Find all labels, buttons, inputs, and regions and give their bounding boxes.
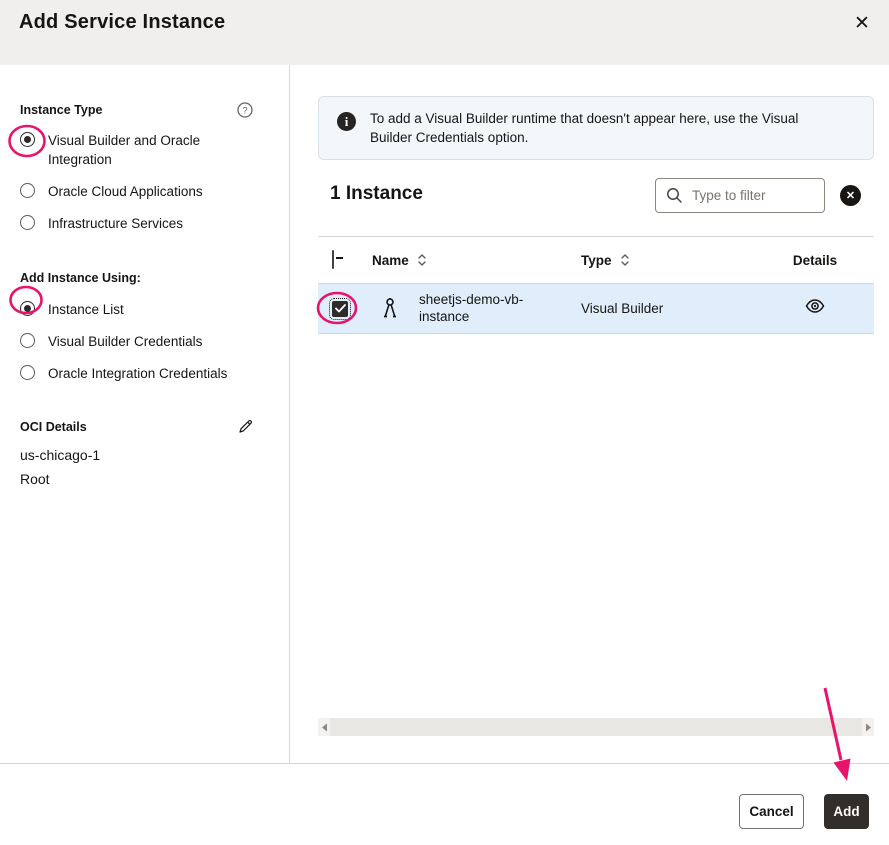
close-icon[interactable]: ✕: [849, 11, 875, 37]
horizontal-scrollbar[interactable]: [318, 718, 874, 736]
column-header-name: Name: [372, 253, 409, 268]
table-row[interactable]: sheetjs-demo-vb-instance Visual Builder: [318, 284, 874, 334]
help-icon[interactable]: ?: [237, 102, 253, 118]
dialog-sidebar: Instance Type ? Visual Builder and Oracl…: [0, 65, 290, 763]
scroll-right-icon[interactable]: [862, 718, 874, 736]
edit-pencil-icon[interactable]: [238, 419, 253, 434]
radio-icon[interactable]: [20, 132, 35, 147]
filter-field[interactable]: [655, 178, 825, 213]
oci-region: us-chicago-1: [20, 443, 253, 467]
dialog-header: Add Service Instance ✕: [0, 0, 889, 65]
sort-name-icon[interactable]: [417, 253, 427, 267]
radio-icon[interactable]: [20, 301, 35, 316]
filter-input[interactable]: [692, 188, 802, 203]
select-all-checkbox[interactable]: [332, 250, 334, 269]
instances-table: Name Type Details: [318, 236, 874, 334]
scroll-left-icon[interactable]: [318, 718, 330, 736]
info-banner-text: To add a Visual Builder runtime that doe…: [370, 109, 840, 147]
oci-compartment: Root: [20, 467, 253, 491]
info-banner: i To add a Visual Builder runtime that d…: [318, 96, 874, 160]
dialog-footer: Cancel Add: [0, 763, 889, 845]
radio-icon[interactable]: [20, 333, 35, 348]
add-service-instance-dialog: Add Service Instance ✕ Instance Type ? V…: [0, 0, 889, 845]
radio-visual-builder-and-oracle-integration[interactable]: Visual Builder and Oracle Integration: [20, 131, 253, 169]
radio-icon[interactable]: [20, 183, 35, 198]
sort-type-icon[interactable]: [620, 253, 630, 267]
dialog-title: Add Service Instance: [19, 11, 225, 34]
add-instance-using-label: Add Instance Using:: [20, 271, 141, 285]
radio-infrastructure-services[interactable]: Infrastructure Services: [20, 214, 253, 233]
scrollbar-thumb[interactable]: [330, 718, 862, 736]
radio-icon[interactable]: [20, 215, 35, 230]
radio-oracle-cloud-applications[interactable]: Oracle Cloud Applications: [20, 182, 253, 201]
details-eye-icon[interactable]: [805, 298, 825, 314]
info-icon: i: [337, 112, 356, 131]
svg-text:?: ?: [242, 105, 247, 116]
radio-oracle-integration-credentials[interactable]: Oracle Integration Credentials: [20, 364, 253, 383]
radio-visual-builder-credentials[interactable]: Visual Builder Credentials: [20, 332, 253, 351]
clear-filter-icon[interactable]: ✕: [840, 185, 861, 206]
instance-type-label: Instance Type: [20, 103, 102, 117]
table-header-row: Name Type Details: [318, 236, 874, 284]
dialog-main-panel: i To add a Visual Builder runtime that d…: [290, 65, 889, 763]
radio-icon[interactable]: [20, 365, 35, 380]
column-header-type: Type: [581, 253, 612, 268]
row-checkbox[interactable]: [332, 301, 348, 317]
instance-type: Visual Builder: [581, 301, 756, 316]
column-header-details: Details: [756, 253, 874, 268]
oci-details-label: OCI Details: [20, 420, 87, 434]
radio-instance-list[interactable]: Instance List: [20, 300, 253, 319]
cancel-button[interactable]: Cancel: [739, 794, 804, 829]
visual-builder-compass-icon: [382, 296, 398, 322]
instance-count-heading: 1 Instance: [330, 183, 423, 205]
search-icon: [666, 187, 683, 204]
add-button[interactable]: Add: [824, 794, 869, 829]
instance-name: sheetjs-demo-vb-instance: [419, 292, 551, 325]
